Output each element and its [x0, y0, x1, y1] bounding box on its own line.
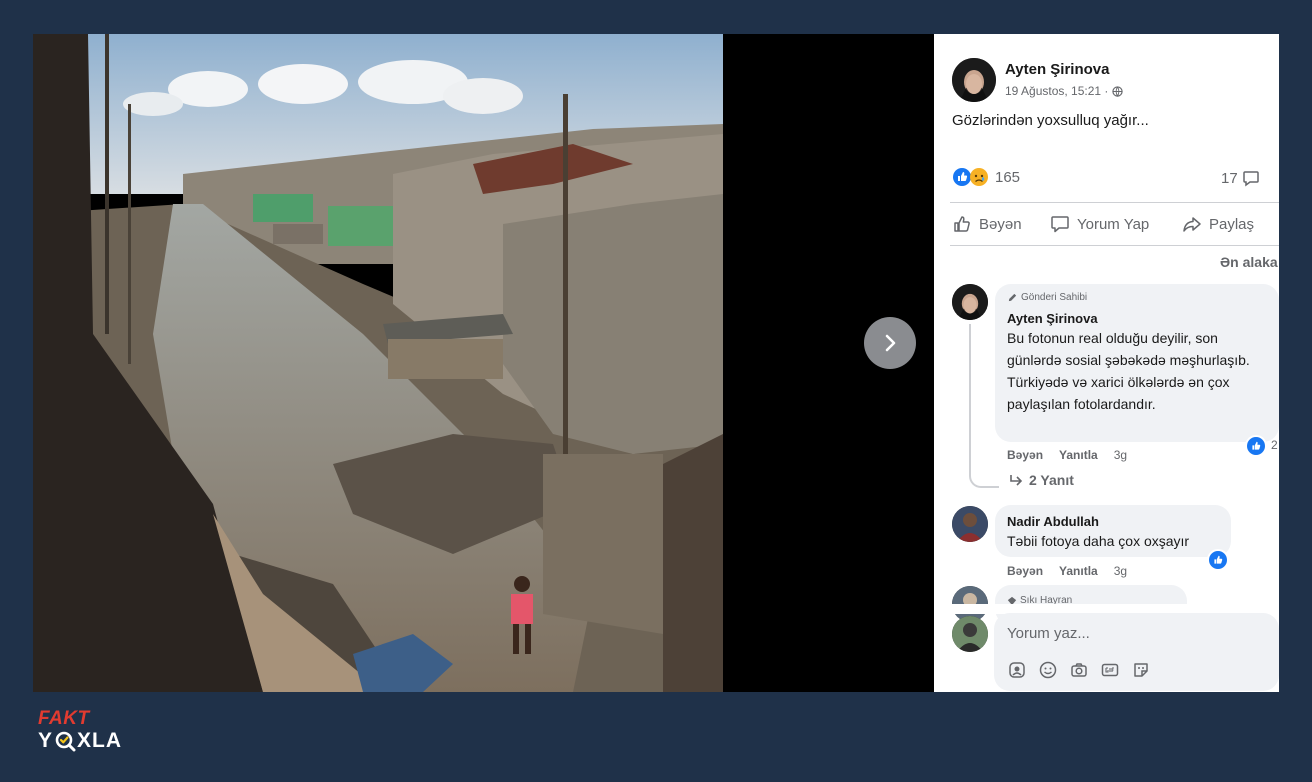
post-meta: 19 Ağustos, 15:21 · [1005, 84, 1124, 98]
fakt-yoxla-logo: FAKT Y XLA [38, 709, 122, 753]
author-badge: Gönderi Sahibi [1007, 292, 1087, 303]
reaction-count: 165 [995, 168, 1021, 186]
comment-text: Bu fotonun real olduğu deyilir, son günl… [1007, 330, 1250, 412]
post-timestamp[interactable]: 19 Ağustos, 15:21 · [1005, 84, 1108, 98]
photo-viewer [33, 34, 934, 692]
comment-count[interactable]: 17 [1221, 169, 1260, 187]
thumbs-up-icon [954, 216, 970, 232]
post-text: Gözlərindən yoxsulluq yağır... [952, 112, 1149, 129]
magnifier-check-icon [55, 731, 76, 752]
comment-time[interactable]: 3g [1114, 564, 1127, 578]
comment-bubble: Gönderi Sahibi Ayten Şirinova Bu fotonun… [995, 284, 1279, 442]
share-button-label: Paylaş [1209, 215, 1255, 233]
slum-photo [33, 34, 723, 692]
comment-bubble-icon [1051, 216, 1069, 233]
comment-sort-dropdown[interactable]: Ən alaka [1220, 254, 1278, 270]
comment-reply-link[interactable]: Yanıtla [1059, 448, 1098, 462]
comment-input-placeholder[interactable]: Yorum yaz... [1007, 625, 1090, 642]
comment-author-name[interactable]: Nadir Abdullah [1007, 514, 1099, 529]
comment-reply-link[interactable]: Yanıtla [1059, 564, 1098, 578]
reaction-summary[interactable]: 165 [952, 167, 1020, 187]
comment-avatar[interactable] [952, 506, 988, 542]
logo-line2-post: XLA [77, 729, 123, 752]
reply-arrow-icon [1010, 475, 1023, 486]
comment-avatar[interactable] [952, 284, 988, 320]
comment-composer[interactable]: Yorum yaz... [994, 613, 1279, 691]
divider-bottom [950, 245, 1279, 246]
like-button[interactable]: Bəyən [952, 214, 1022, 234]
divider-top [950, 202, 1279, 203]
replies-label: 2 Yanıt [1029, 472, 1074, 488]
comment-like-link[interactable]: Bəyən [1007, 448, 1043, 462]
globe-icon [1112, 85, 1124, 97]
comment-text: Təbii fotoya daha çox oxşayır [1007, 533, 1190, 549]
composer-avatar [952, 616, 988, 652]
author-avatar[interactable] [952, 58, 996, 102]
avatar-image [952, 284, 988, 320]
sticker-icon[interactable] [1132, 661, 1150, 679]
comment-button[interactable]: Yorum Yap [1050, 214, 1149, 234]
like-reaction-icon [1214, 555, 1223, 564]
avatar-sticker-icon[interactable] [1008, 661, 1026, 679]
comment-time[interactable]: 3g [1114, 448, 1127, 462]
comment-button-label: Yorum Yap [1077, 215, 1150, 233]
post-panel: Ayten Şirinova 19 Ağustos, 15:21 · Gözlə… [934, 34, 1279, 692]
camera-icon[interactable] [1070, 661, 1088, 679]
logo-line2-pre: Y [38, 729, 54, 752]
next-photo-button[interactable] [864, 317, 916, 369]
share-arrow-icon [1183, 217, 1201, 232]
logo-line2: Y XLA [38, 729, 122, 753]
pencil-icon [1008, 293, 1017, 302]
logo-line1: FAKT [38, 708, 90, 729]
view-replies-link[interactable]: 2 Yanıt [1009, 472, 1074, 488]
like-reaction-icon [1252, 441, 1261, 450]
comment-actions: Bəyən Yanıtla 3g [1007, 564, 1127, 578]
emoji-icon[interactable] [1039, 661, 1057, 679]
comment-reaction-badge[interactable] [1207, 549, 1229, 571]
author-badge-label: Gönderi Sahibi [1021, 292, 1088, 303]
avatar-image [952, 616, 988, 652]
sad-reaction-icon [970, 168, 988, 186]
comment-reaction-count: 2 [1271, 438, 1278, 452]
avatar-image [952, 58, 996, 102]
comment-icon [1242, 171, 1259, 187]
comment-like-link[interactable]: Bəyən [1007, 564, 1043, 578]
comment-author-name[interactable]: Ayten Şirinova [1007, 311, 1098, 326]
comment-reaction-badge[interactable] [1245, 435, 1267, 457]
gif-icon[interactable] [1101, 661, 1119, 679]
composer-toolbar [1008, 661, 1150, 679]
comment-actions: Bəyən Yanıtla 3g [1007, 448, 1127, 462]
comment-count-value: 17 [1221, 169, 1238, 187]
post-author-name[interactable]: Ayten Şirinova [1005, 61, 1109, 78]
like-button-label: Bəyən [979, 215, 1022, 233]
avatar-image [952, 506, 988, 542]
share-button[interactable]: Paylaş [1182, 214, 1254, 234]
comment-bubble: Nadir Abdullah Təbii fotoya daha çox oxş… [995, 505, 1231, 557]
chevron-right-icon [885, 334, 896, 352]
